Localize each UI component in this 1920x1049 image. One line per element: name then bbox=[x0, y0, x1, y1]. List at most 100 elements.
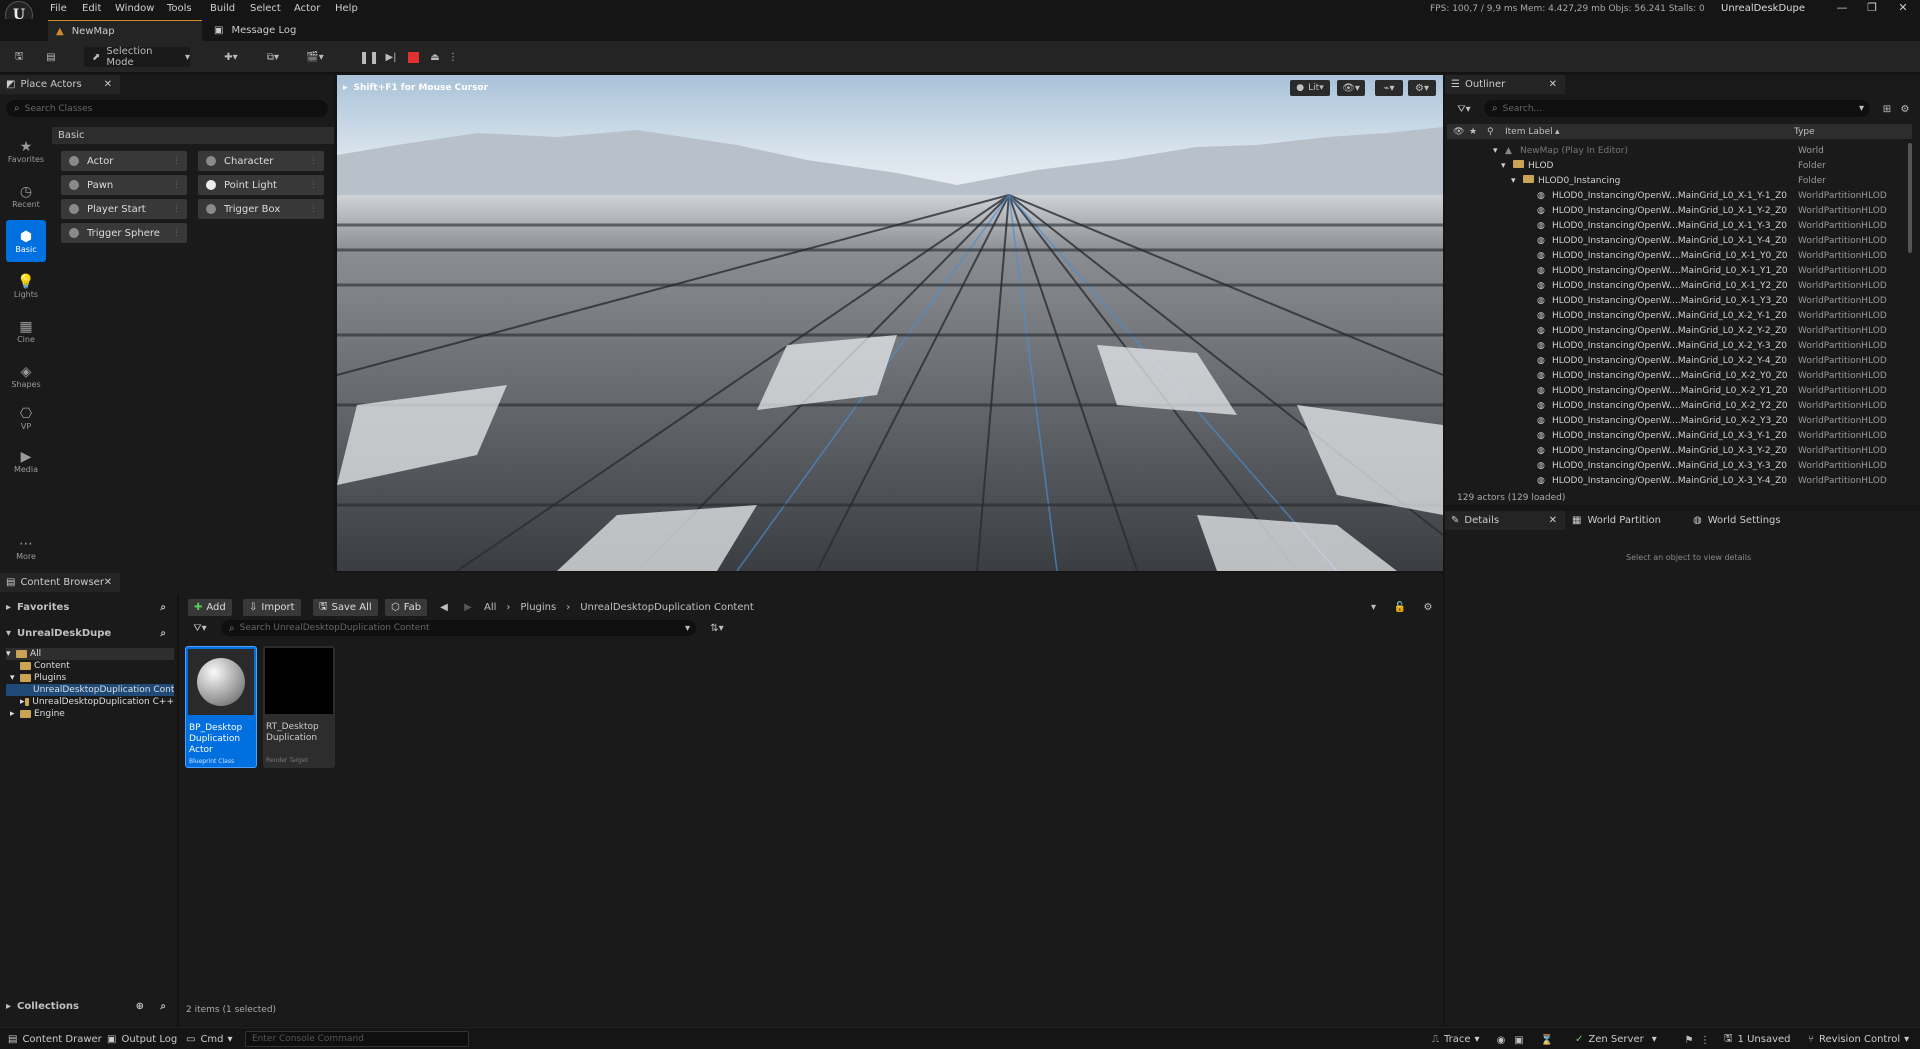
col-type[interactable]: Type bbox=[1794, 127, 1815, 137]
console-input[interactable]: Enter Console Command bbox=[245, 1031, 469, 1047]
outliner-row[interactable]: ◍ HLOD0_Instancing/OpenW....MainGrid_L0_X… bbox=[1447, 368, 1912, 383]
outliner-row[interactable]: ◍ HLOD0_Instancing/OpenW...MainGrid_L0_X-… bbox=[1447, 428, 1912, 443]
search-icon[interactable]: ⌕ bbox=[160, 1001, 166, 1012]
outliner-row[interactable]: ◍ HLOD0_Instancing/OpenW....MainGrid_L0_X… bbox=[1447, 263, 1912, 278]
sort-icon[interactable]: ⇅▾ bbox=[704, 620, 730, 636]
back-icon[interactable]: ◀ bbox=[437, 600, 451, 614]
source-control-icon[interactable]: ⚑ bbox=[1682, 1033, 1696, 1047]
menu-tools[interactable]: Tools bbox=[167, 3, 192, 14]
maximize-button[interactable]: ❐ bbox=[1857, 0, 1887, 18]
close-icon[interactable]: ✕ bbox=[1549, 515, 1557, 526]
actor-item-player-start[interactable]: Player Start ⋮ bbox=[61, 199, 187, 219]
breadcrumb-current[interactable]: UnrealDesktopDuplication Content bbox=[580, 602, 754, 613]
pause-icon[interactable]: ❚❚ bbox=[359, 47, 379, 67]
outliner-row[interactable]: ◍ HLOD0_Instancing/OpenW...MainGrid_L0_X-… bbox=[1447, 203, 1912, 218]
outliner-row[interactable]: ◍ HLOD0_Instancing/OpenW...MainGrid_L0_X-… bbox=[1447, 218, 1912, 233]
sidebar-item-basic[interactable]: ⬢ Basic bbox=[6, 220, 46, 262]
outliner-row[interactable]: ◍ HLOD0_Instancing/OpenW....MainGrid_L0_X… bbox=[1447, 248, 1912, 263]
menu-build[interactable]: Build bbox=[210, 3, 235, 14]
forward-icon[interactable]: ▶ bbox=[461, 600, 475, 614]
outliner-row[interactable]: ◍ HLOD0_Instancing/OpenW....MainGrid_L0_X… bbox=[1447, 413, 1912, 428]
actor-item-actor[interactable]: Actor ⋮ bbox=[61, 151, 187, 171]
asset-tile-bp-desktop-duplication-actor[interactable]: BP_Desktop Duplication Actor Blueprint C… bbox=[185, 646, 257, 768]
filter-icon[interactable]: ⛛▾ bbox=[1452, 101, 1476, 117]
outliner-row[interactable]: ◍ HLOD0_Instancing/OpenW...MainGrid_L0_X-… bbox=[1447, 473, 1912, 488]
filter-icon[interactable]: ⛛▾ bbox=[187, 620, 213, 636]
gear-icon[interactable]: ⚙ bbox=[1897, 101, 1913, 117]
search-classes-field[interactable]: ⌕ Search Classes bbox=[6, 100, 328, 117]
cmd-dropdown[interactable]: ▭ Cmd ▾ bbox=[186, 1031, 233, 1048]
favorites-section[interactable]: ▸ Favorites ⌕ bbox=[6, 599, 174, 615]
menu-edit[interactable]: Edit bbox=[82, 3, 101, 14]
tree-item-content[interactable]: Content bbox=[6, 660, 174, 672]
sidebar-item-shapes[interactable]: ◈ Shapes bbox=[6, 355, 46, 397]
trace-dropdown[interactable]: ⎍ Trace ▾ bbox=[1432, 1031, 1480, 1048]
add-actor-icon[interactable]: ✚▾ bbox=[218, 47, 244, 67]
minimize-button[interactable]: — bbox=[1827, 0, 1857, 18]
sidebar-item-recent[interactable]: ◷ Recent bbox=[6, 175, 46, 217]
screenshot-icon[interactable]: ▣ bbox=[1512, 1033, 1526, 1047]
outliner-scrollbar[interactable] bbox=[1908, 143, 1912, 253]
outliner-row[interactable]: ◍ HLOD0_Instancing/OpenW....MainGrid_L0_X… bbox=[1447, 278, 1912, 293]
derived-data-icon[interactable]: ⌛ bbox=[1540, 1033, 1554, 1047]
tab-outliner[interactable]: ☰ Outliner ✕ bbox=[1445, 75, 1565, 94]
sidebar-item-more[interactable]: ⋯ More bbox=[6, 527, 46, 569]
actor-item-pawn[interactable]: Pawn ⋮ bbox=[61, 175, 187, 195]
save-icon[interactable]: 🖫 bbox=[10, 47, 28, 67]
chevron-down-icon[interactable]: ▾ bbox=[1501, 161, 1506, 171]
add-collection-icon[interactable]: ⊕ bbox=[136, 1001, 144, 1012]
show-flags-icon[interactable]: 👁▾ bbox=[1337, 80, 1365, 96]
menu-file[interactable]: File bbox=[50, 3, 67, 14]
search-icon[interactable]: ⌕ bbox=[160, 602, 166, 613]
actor-item-trigger-box[interactable]: Trigger Box ⋮ bbox=[198, 199, 324, 219]
project-section[interactable]: ▾ UnrealDeskDupe ⌕ bbox=[6, 625, 174, 641]
sidebar-item-lights[interactable]: 💡 Lights bbox=[6, 265, 46, 307]
tree-item-plugin-content[interactable]: UnrealDesktopDuplication Content bbox=[6, 684, 174, 696]
outliner-row[interactable]: ◍ HLOD0_Instancing/OpenW....MainGrid_L0_X… bbox=[1447, 293, 1912, 308]
fab-button[interactable]: ⬡ Fab bbox=[385, 599, 428, 616]
sidebar-item-media[interactable]: ▶ Media bbox=[6, 440, 46, 482]
performance-icon[interactable]: ⌁▾ bbox=[1375, 80, 1403, 96]
lit-mode-button[interactable]: ● Lit ▾ bbox=[1290, 80, 1330, 96]
menu-select[interactable]: Select bbox=[250, 3, 281, 14]
record-icon[interactable]: ◉ bbox=[1494, 1033, 1508, 1047]
content-icon[interactable]: ▤ bbox=[42, 47, 60, 67]
close-window-button[interactable]: ✕ bbox=[1888, 0, 1918, 18]
blueprint-icon[interactable]: ⧉▾ bbox=[258, 47, 288, 67]
step-icon[interactable]: ▶| bbox=[382, 47, 400, 67]
save-all-button[interactable]: 🖫 Save All bbox=[313, 599, 378, 616]
sidebar-item-cine[interactable]: ▦ Cine bbox=[6, 310, 46, 352]
import-button[interactable]: ⇩ Import bbox=[243, 599, 301, 616]
level-viewport[interactable] bbox=[337, 75, 1443, 571]
tree-item-engine[interactable]: ▸ Engine bbox=[6, 708, 174, 720]
tab-newmap[interactable]: ▲ NewMap bbox=[48, 20, 202, 41]
sidebar-item-favorites[interactable]: ★ Favorites bbox=[6, 130, 46, 172]
star-icon[interactable]: ★ bbox=[1469, 127, 1477, 137]
outliner-row[interactable]: ◍ HLOD0_Instancing/OpenW...MainGrid_L0_X-… bbox=[1447, 338, 1912, 353]
stop-icon[interactable] bbox=[404, 47, 422, 67]
outliner-row[interactable]: ▾ HLOD0_Instancing Folder bbox=[1447, 173, 1912, 188]
asset-tile-rt-desktop-duplication[interactable]: RT_Desktop Duplication Render Target bbox=[263, 646, 335, 768]
chevron-down-icon[interactable]: ▾ bbox=[1511, 176, 1516, 186]
actor-item-character[interactable]: Character ⋮ bbox=[198, 151, 324, 171]
chevron-down-icon[interactable]: ▾ bbox=[1493, 146, 1498, 156]
tree-item-plugin-cpp[interactable]: ▸ UnrealDesktopDuplication C++ bbox=[6, 696, 174, 708]
outliner-row[interactable]: ▾ ▲ NewMap (Play In Editor) World bbox=[1447, 143, 1912, 158]
outliner-row[interactable]: ◍ HLOD0_Instancing/OpenW....MainGrid_L0_X… bbox=[1447, 398, 1912, 413]
col-item-label[interactable]: Item Label bbox=[1505, 127, 1553, 137]
tree-item-plugins[interactable]: ▾ Plugins bbox=[6, 672, 174, 684]
actor-item-point-light[interactable]: Point Light ⋮ bbox=[198, 175, 324, 195]
outliner-row[interactable]: ◍ HLOD0_Instancing/OpenW...MainGrid_L0_X-… bbox=[1447, 443, 1912, 458]
breadcrumb-plugins[interactable]: Plugins bbox=[520, 602, 556, 613]
collections-section[interactable]: ▸ Collections ⊕ ⌕ bbox=[6, 998, 174, 1014]
outliner-row[interactable]: ▾ HLOD Folder bbox=[1447, 158, 1912, 173]
sidebar-item-vp[interactable]: ⎔ VP bbox=[6, 397, 46, 439]
revision-control-dropdown[interactable]: ⑂ Revision Control ▾ bbox=[1808, 1031, 1909, 1048]
close-icon[interactable]: ✕ bbox=[1549, 79, 1557, 90]
play-options-icon[interactable]: ⋮ bbox=[447, 47, 459, 67]
options-icon[interactable]: ⋮ bbox=[1700, 1033, 1710, 1047]
tab-place-actors[interactable]: ◩ Place Actors ✕ bbox=[0, 75, 120, 94]
tab-world-partition[interactable]: ▦ World Partition bbox=[1572, 511, 1661, 530]
content-drawer-button[interactable]: ▤ Content Drawer bbox=[8, 1031, 102, 1048]
visibility-icon[interactable]: 👁 bbox=[1453, 127, 1464, 137]
